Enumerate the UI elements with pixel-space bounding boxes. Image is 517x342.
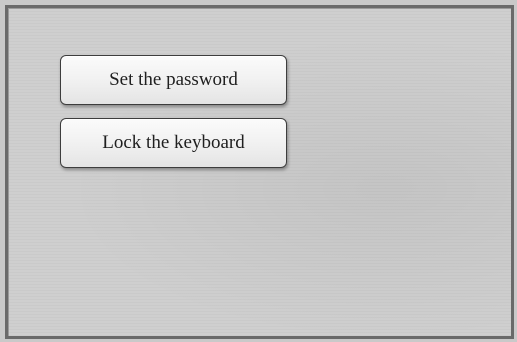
main-panel: Set the password Lock the keyboard (5, 5, 514, 339)
lock-keyboard-button[interactable]: Lock the keyboard (60, 118, 287, 168)
set-password-button[interactable]: Set the password (60, 55, 287, 105)
